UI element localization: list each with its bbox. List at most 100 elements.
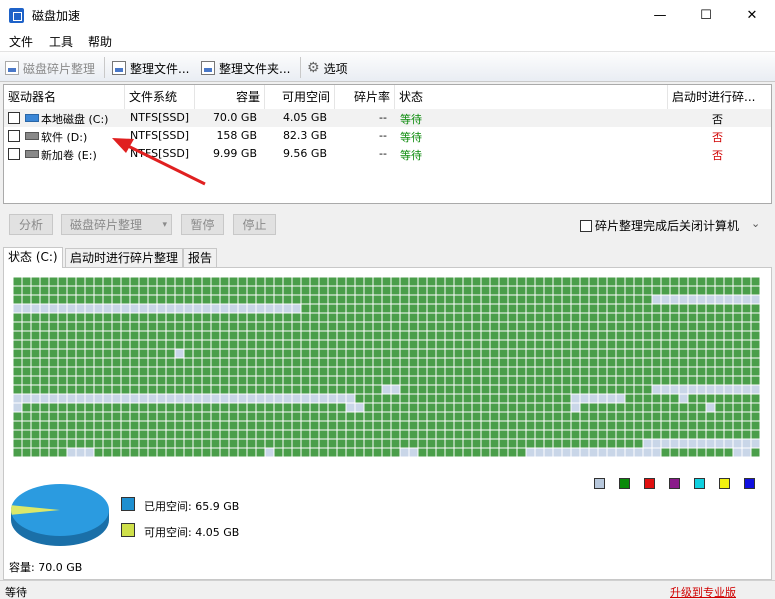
cluster-block [697,430,706,439]
cluster-block [58,304,67,313]
menu-help[interactable]: 帮助 [88,33,112,50]
cluster-block [715,277,724,286]
cluster-block [652,403,661,412]
cluster-block [175,331,184,340]
cluster-block [121,376,130,385]
cluster-block [661,376,670,385]
minimize-button[interactable]: — [637,0,683,31]
cluster-block [580,277,589,286]
shutdown-option[interactable]: 碎片整理完成后关闭计算机 [580,217,739,234]
menu-tools[interactable]: 工具 [49,33,73,50]
tab-boot-defrag[interactable]: 启动时进行碎片整理 [65,248,184,267]
cluster-block [409,421,418,430]
col-header-drive[interactable]: 驱动器名 [4,85,125,109]
cluster-block [499,286,508,295]
cluster-block [697,313,706,322]
tab-status[interactable]: 状态 (C:) [3,247,63,268]
cluster-block [391,385,400,394]
cluster-block [103,304,112,313]
table-row[interactable]: 软件 (D:) NTFS[SSD] 158 GB 82.3 GB -- 等待 否 [4,127,771,145]
table-row[interactable]: 新加卷 (E:) NTFS[SSD] 9.99 GB 9.56 GB -- 等待… [4,145,771,163]
cluster-block [400,349,409,358]
defrag-folder-button[interactable]: 整理文件夹... [201,58,290,78]
cluster-block [751,439,760,448]
drive-name: 新加卷 (E:) [41,149,97,162]
cluster-block [49,394,58,403]
cluster-block [526,385,535,394]
cluster-block [139,358,148,367]
cluster-block [40,394,49,403]
cluster-block [22,448,31,457]
cluster-block [490,403,499,412]
cluster-block [328,439,337,448]
cluster-block [157,403,166,412]
cluster-block [166,439,175,448]
cluster-block [427,358,436,367]
cluster-block [643,286,652,295]
shutdown-label: 碎片整理完成后关闭计算机 [595,219,740,233]
cluster-block [607,322,616,331]
cluster-block [445,313,454,322]
cluster-block [634,448,643,457]
cluster-block [364,421,373,430]
cluster-block [517,412,526,421]
tab-report[interactable]: 报告 [183,248,218,267]
cluster-block [220,439,229,448]
cluster-block [139,340,148,349]
cluster-block [616,286,625,295]
cluster-block [229,412,238,421]
col-header-free[interactable]: 可用空间 [265,85,335,109]
cluster-block [598,367,607,376]
cluster-block [445,322,454,331]
defrag-button[interactable]: 磁盘碎片整理 ▾ [61,214,172,235]
options-button[interactable]: ⚙ 选项 [307,58,348,78]
cluster-block [13,376,22,385]
cluster-block [13,367,22,376]
upgrade-link[interactable]: 升级到专业版 [670,584,736,599]
col-header-frag[interactable]: 碎片率 [335,85,395,109]
cluster-block [31,358,40,367]
cluster-block [355,286,364,295]
cluster-block [121,394,130,403]
cluster-block [697,358,706,367]
table-row[interactable]: 本地磁盘 (C:) NTFS[SSD] 70.0 GB 4.05 GB -- 等… [4,109,771,127]
cluster-block [166,295,175,304]
shutdown-checkbox[interactable] [580,219,592,232]
cluster-block [121,439,130,448]
cluster-block [706,313,715,322]
menu-file[interactable]: 文件 [9,33,33,50]
cluster-block [706,277,715,286]
close-button[interactable]: ✕ [729,0,775,31]
stop-button[interactable]: 停止 [233,214,276,235]
cluster-block [301,403,310,412]
col-header-status[interactable]: 状态 [395,85,668,109]
cluster-block [85,277,94,286]
cluster-block [418,421,427,430]
defrag-disk-button[interactable]: 磁盘碎片整理 [5,58,95,78]
maximize-button[interactable]: ☐ [683,0,729,31]
cluster-block [670,331,679,340]
pause-button[interactable]: 暂停 [181,214,224,235]
cluster-block [220,358,229,367]
cluster-block [742,304,751,313]
col-header-boot[interactable]: 启动时进行碎... [668,85,770,109]
col-header-fs[interactable]: 文件系统 [125,85,195,109]
chevron-down-icon[interactable]: ⌄ [751,217,760,230]
cluster-block [265,313,274,322]
cluster-block [427,367,436,376]
cluster-block [688,394,697,403]
drive-checkbox[interactable] [8,112,20,124]
cluster-block [562,322,571,331]
col-header-capacity[interactable]: 容量 [195,85,265,109]
cluster-block [535,394,544,403]
cluster-block [715,322,724,331]
defrag-files-button[interactable]: 整理文件... [112,58,189,78]
cluster-block [31,385,40,394]
analyze-button[interactable]: 分析 [9,214,53,235]
cluster-block [130,322,139,331]
cluster-block [400,313,409,322]
drive-checkbox[interactable] [8,148,20,160]
cluster-block [643,313,652,322]
drive-checkbox[interactable] [8,130,20,142]
cluster-block [436,313,445,322]
